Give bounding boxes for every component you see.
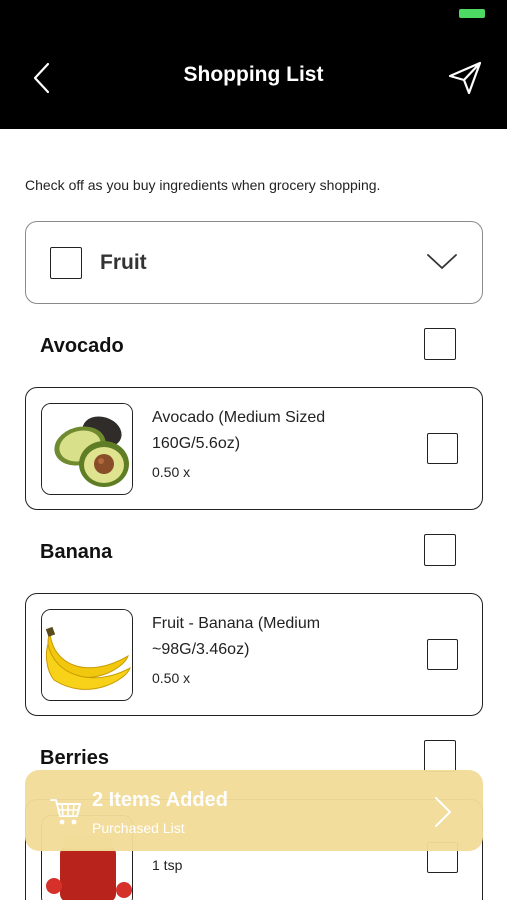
paper-plane-icon bbox=[448, 61, 482, 95]
item-name: Avocado (Medium Sized 160G/5.6oz) bbox=[152, 409, 326, 452]
chevron-right-icon bbox=[435, 797, 451, 827]
share-button[interactable] bbox=[447, 60, 483, 96]
cart-icon bbox=[50, 799, 81, 825]
item-card-avocado: Avocado (Medium Sized 160G/5.6oz) 0.50 x bbox=[25, 387, 483, 510]
item-quantity: 1 tsp bbox=[152, 857, 183, 873]
item-checkbox-avocado[interactable] bbox=[427, 433, 458, 464]
item-quantity: 0.50 x bbox=[152, 670, 191, 686]
items-added-count: 2 Items Added bbox=[92, 789, 228, 811]
battery-icon bbox=[459, 9, 485, 18]
group-name-banana: Banana bbox=[40, 541, 113, 563]
avocado-image bbox=[41, 403, 133, 495]
item-name: Fruit - Banana (Medium ~98G/3.46oz) bbox=[152, 615, 321, 658]
group-checkbox-avocado[interactable] bbox=[424, 328, 456, 360]
instruction-text: Check off as you buy ingredients when gr… bbox=[25, 177, 381, 193]
category-label: Fruit bbox=[100, 251, 147, 274]
item-quantity: 0.50 x bbox=[152, 464, 191, 480]
header: Shopping List bbox=[0, 30, 507, 129]
status-bar bbox=[0, 0, 507, 30]
banana-image bbox=[41, 609, 133, 701]
group-name-berries: Berries bbox=[40, 747, 109, 769]
item-card-banana: Fruit - Banana (Medium ~98G/3.46oz) 0.50… bbox=[25, 593, 483, 716]
page-title: Shopping List bbox=[183, 63, 324, 86]
group-name-avocado: Avocado bbox=[40, 335, 124, 357]
group-checkbox-banana[interactable] bbox=[424, 534, 456, 566]
chevron-down-icon[interactable] bbox=[426, 252, 458, 272]
purchased-list-bar[interactable]: 2 Items Added Purchased List bbox=[25, 770, 483, 851]
category-fruit-header[interactable]: Fruit bbox=[25, 221, 483, 304]
group-checkbox-berries[interactable] bbox=[424, 740, 456, 772]
category-checkbox[interactable] bbox=[50, 247, 82, 279]
purchased-list-label: Purchased List bbox=[92, 820, 185, 836]
item-checkbox-banana[interactable] bbox=[427, 639, 458, 670]
